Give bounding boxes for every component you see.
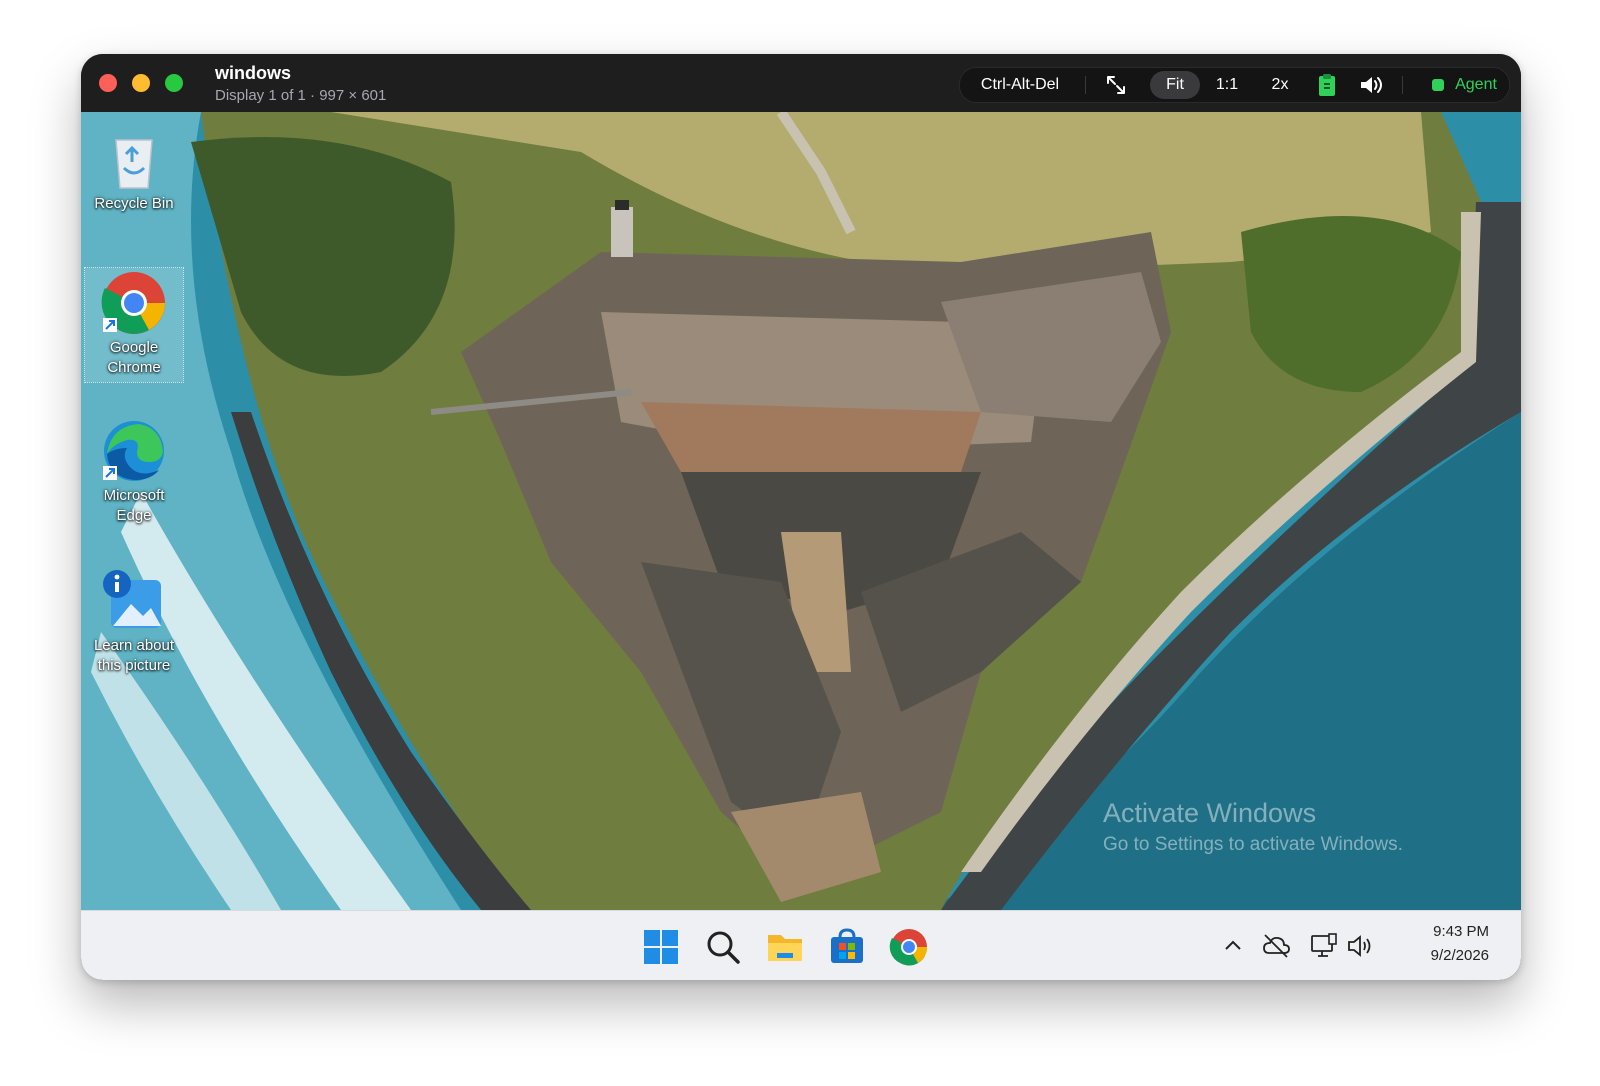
ctrl-alt-del-button[interactable]: Ctrl-Alt-Del <box>960 68 1080 102</box>
activation-watermark-subtitle: Go to Settings to activate Windows. <box>1103 834 1403 855</box>
network-icon <box>1311 933 1337 957</box>
desktop-icon-label: Chrome <box>107 359 161 376</box>
clipboard-button[interactable] <box>1310 68 1344 102</box>
desktop-icon-label: Google <box>109 339 159 356</box>
learn-picture-icon <box>103 570 161 628</box>
chrome-taskbar-button[interactable] <box>889 927 929 967</box>
desktop-icon-label: Microsoft <box>103 487 165 504</box>
taskbar-clock-time[interactable]: 9:43 PM <box>1399 923 1489 940</box>
volume-button[interactable] <box>1345 931 1375 961</box>
minimize-button[interactable] <box>132 74 150 92</box>
desktop-icon-recycle-bin[interactable]: Recycle Bin <box>85 130 183 214</box>
chevron-up-icon <box>1225 940 1241 950</box>
desktop-icon-microsoft-edge[interactable]: Microsoft Edge <box>85 418 183 526</box>
search-button[interactable] <box>703 927 743 967</box>
activation-watermark-title: Activate Windows <box>1103 798 1317 828</box>
desktop-icon-label: this picture <box>97 657 171 674</box>
desktop-icon-label: Learn about <box>93 637 175 654</box>
edge-icon <box>103 421 164 481</box>
show-hidden-icons-button[interactable] <box>1219 931 1247 961</box>
microsoft-store-button[interactable] <box>827 927 867 967</box>
cloud-offline-icon <box>1263 934 1290 958</box>
start-icon <box>644 930 678 964</box>
titlebar: windows Display 1 of 1 · 997 × 601 Ctrl-… <box>81 54 1521 112</box>
volume-icon <box>1348 935 1371 957</box>
chrome-icon <box>101 272 165 334</box>
chrome-icon <box>889 929 928 966</box>
expand-icon <box>1107 76 1125 94</box>
toolbar-divider <box>1085 76 1086 94</box>
remote-desktop-window: windows Display 1 of 1 · 997 × 601 Ctrl-… <box>81 54 1521 980</box>
desktop-area[interactable]: Recycle Bin Google Chrome Microsoft Edge… <box>81 112 1521 910</box>
desktop-icon-google-chrome[interactable]: Google Chrome <box>84 267 184 383</box>
taskbar: 9:43 PM 9/2/2026 <box>81 910 1521 980</box>
network-button[interactable] <box>1309 931 1339 961</box>
two-x-button[interactable]: 2x <box>1258 68 1302 102</box>
search-icon <box>707 931 740 964</box>
taskbar-clock-date[interactable]: 9/2/2026 <box>1399 947 1489 964</box>
agent-status-icon <box>1432 79 1444 91</box>
desktop-icon-label: Recycle Bin <box>94 195 174 212</box>
window-title: windows <box>215 63 291 83</box>
file-explorer-icon <box>768 935 802 961</box>
close-button[interactable] <box>99 74 117 92</box>
fortress-wallpaper <box>81 112 1521 910</box>
agent-button[interactable]: Agent <box>1448 68 1504 102</box>
file-explorer-button[interactable] <box>765 927 805 967</box>
recycle-bin-icon <box>115 139 153 189</box>
fullscreen-button[interactable] <box>1098 68 1134 102</box>
maximize-button[interactable] <box>165 74 183 92</box>
desktop-icon-label: Edge <box>116 507 152 524</box>
microsoft-store-icon <box>831 928 863 963</box>
onedrive-status-button[interactable] <box>1261 931 1291 961</box>
one-to-one-button[interactable]: 1:1 <box>1205 68 1249 102</box>
viewer-toolbar: Ctrl-Alt-Del Fit 1:1 2x Agent <box>959 67 1510 103</box>
desktop-icon-learn-about-picture[interactable]: Learn about this picture <box>85 568 183 676</box>
audio-button[interactable] <box>1355 68 1389 102</box>
fit-button[interactable]: Fit <box>1150 68 1200 102</box>
start-button[interactable] <box>641 927 681 967</box>
speaker-icon <box>1361 77 1382 93</box>
clipboard-icon <box>1319 74 1335 96</box>
toolbar-divider <box>1402 76 1403 94</box>
window-subtitle: Display 1 of 1 · 997 × 601 <box>215 87 387 104</box>
